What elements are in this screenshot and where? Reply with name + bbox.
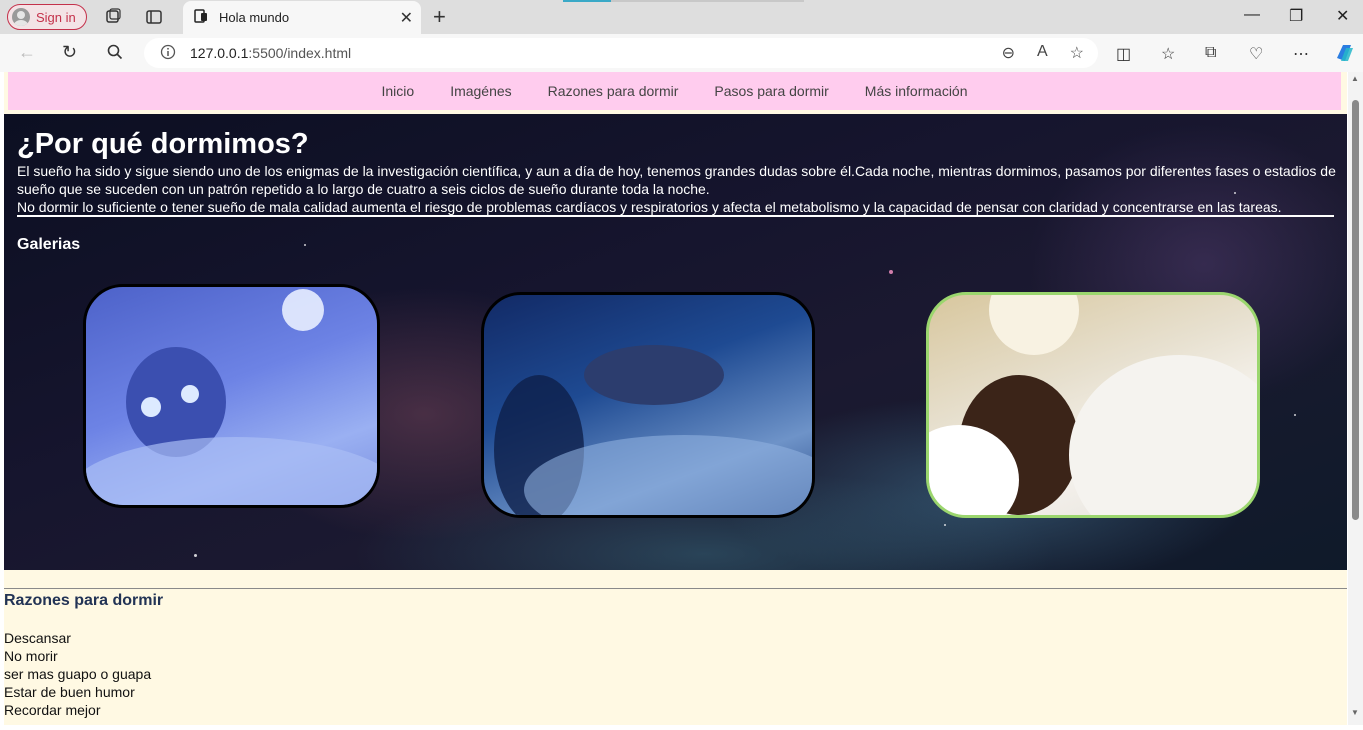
divider: [17, 215, 1334, 217]
sign-in-button[interactable]: Sign in: [7, 4, 87, 30]
page-viewport: Inicio Imagénes Razones para dormir Paso…: [4, 72, 1347, 725]
restore-icon[interactable]: ❐: [1289, 6, 1303, 26]
new-tab-icon[interactable]: +: [433, 4, 446, 30]
extensions-icon[interactable]: ♡: [1249, 44, 1263, 64]
list-item: Estar de buen humor: [4, 684, 135, 700]
collections-icon[interactable]: ⧉: [1205, 44, 1216, 62]
zoom-icon[interactable]: ⊖: [1002, 43, 1015, 63]
nav-item-razones[interactable]: Razones para dormir: [548, 83, 679, 99]
back-icon[interactable]: ←: [18, 42, 36, 63]
tab-actions-icon[interactable]: [143, 6, 165, 28]
url-text: 127.0.0.1:5500/index.html: [190, 45, 351, 61]
active-tab[interactable]: Hola mundo ✕: [183, 1, 421, 34]
sleeper-shape: [584, 345, 724, 405]
list-item: Descansar: [4, 630, 71, 646]
blanket-shape: [1069, 355, 1257, 515]
profile-icon: [12, 8, 30, 26]
main-nav: Inicio Imagénes Razones para dormir Paso…: [8, 72, 1341, 110]
lamp-shape: [989, 295, 1079, 355]
reasons-list: Descansar No morir ser mas guapo o guapa…: [4, 629, 151, 719]
search-icon[interactable]: [107, 44, 123, 65]
list-item: ser mas guapo o guapa: [4, 666, 152, 682]
close-window-icon[interactable]: ✕: [1336, 6, 1349, 26]
page-icon: [193, 8, 209, 27]
address-bar[interactable]: 127.0.0.1:5500/index.html ⊖ A ☆: [144, 38, 1098, 68]
eye-shape: [181, 385, 199, 403]
tab-strip: Sign in Hola mundo ✕ + — ❐ ✕: [0, 0, 1363, 34]
workspaces-icon[interactable]: [102, 6, 124, 28]
address-bar-row: ← ↻ 127.0.0.1:5500/index.html ⊖ A ☆ ◫ ☆ …: [0, 34, 1363, 72]
star-decoration: [1294, 414, 1296, 416]
blanket-shape: [86, 437, 377, 505]
star-decoration: [944, 524, 946, 526]
more-menu-icon[interactable]: ⋯: [1293, 44, 1309, 64]
sign-in-label: Sign in: [36, 9, 76, 25]
star-decoration: [194, 554, 197, 557]
nav-item-pasos[interactable]: Pasos para dormir: [714, 83, 828, 99]
scrollbar-thumb[interactable]: [1352, 100, 1359, 520]
scroll-down-icon[interactable]: ▼: [1351, 708, 1359, 717]
favorites-icon[interactable]: ☆: [1161, 44, 1175, 64]
scroll-up-icon[interactable]: ▲: [1351, 74, 1359, 83]
split-screen-icon[interactable]: ◫: [1116, 44, 1131, 64]
read-aloud-icon[interactable]: A: [1037, 43, 1048, 63]
address-bar-actions: ⊖ A ☆: [1002, 43, 1084, 63]
star-decoration: [304, 244, 306, 246]
list-item: No morir: [4, 648, 58, 664]
intro-paragraph-1: El sueño ha sido y sigue siendo uno de l…: [17, 163, 1336, 197]
tab-indicator-secondary: [611, 0, 804, 2]
url-host: 127.0.0.1: [190, 45, 249, 61]
gallery-image-man-sleeping: [926, 292, 1260, 518]
star-decoration: [889, 270, 893, 274]
close-tab-icon[interactable]: ✕: [400, 8, 413, 28]
moon-shape: [282, 289, 324, 331]
gallery-image-awake-in-bed: [83, 284, 380, 508]
minimize-icon[interactable]: —: [1244, 6, 1260, 24]
gallery-heading: Galerias: [17, 236, 81, 253]
eye-shape: [141, 397, 161, 417]
divider: [4, 588, 1347, 589]
nav-item-inicio[interactable]: Inicio: [382, 83, 415, 99]
list-item: Recordar mejor: [4, 702, 101, 718]
intro-text: El sueño ha sido y sigue siendo uno de l…: [17, 162, 1337, 216]
tab-indicator: [563, 0, 611, 2]
tab-title: Hola mundo: [219, 10, 290, 25]
reasons-heading: Razones para dormir: [4, 592, 164, 609]
favorite-star-icon[interactable]: ☆: [1070, 43, 1084, 63]
intro-paragraph-2: No dormir lo suficiente o tener sueño de…: [17, 199, 1282, 215]
page-title: ¿Por qué dormimos?: [17, 128, 309, 160]
nav-item-imagenes[interactable]: Imagénes: [450, 83, 511, 99]
hero-section: ¿Por qué dormimos? El sueño ha sido y si…: [4, 114, 1347, 570]
site-info-icon[interactable]: [160, 44, 176, 63]
copilot-icon[interactable]: [1333, 42, 1355, 69]
nav-item-mas-informacion[interactable]: Más información: [865, 83, 968, 99]
url-path: :5500/index.html: [248, 45, 352, 61]
gallery-image-sleeping-night: [481, 292, 815, 518]
refresh-icon[interactable]: ↻: [62, 42, 77, 63]
page-scrollbar[interactable]: ▲ ▼: [1348, 72, 1363, 725]
